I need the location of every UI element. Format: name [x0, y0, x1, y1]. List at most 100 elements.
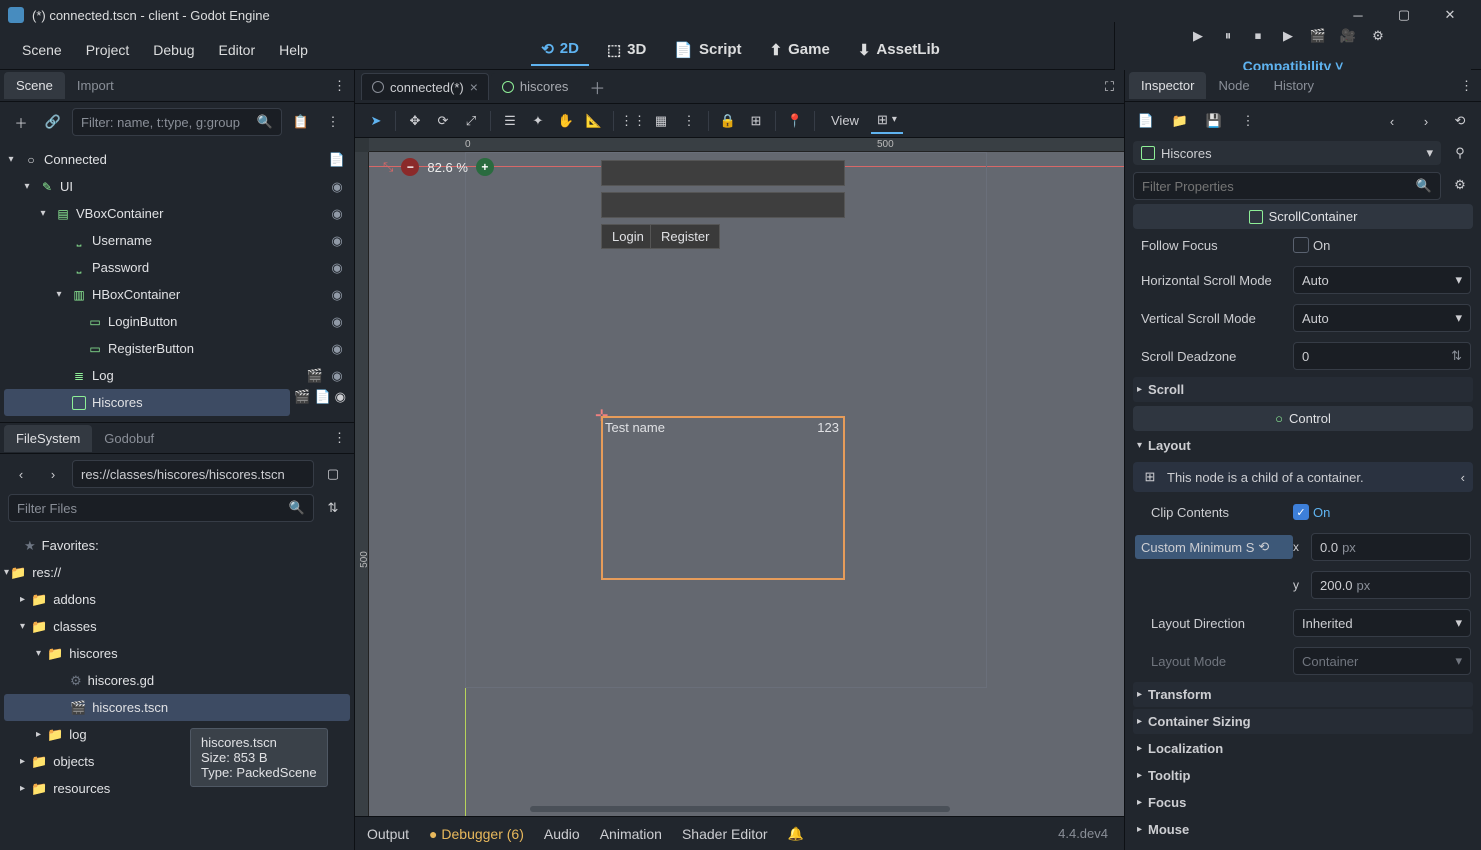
- stop-button[interactable]: ⏹: [1244, 22, 1272, 50]
- select-tool[interactable]: ➤: [363, 108, 389, 134]
- node-hbox[interactable]: ▾▥HBoxContainer◉: [4, 281, 350, 308]
- inspector-back[interactable]: ‹: [1379, 108, 1405, 134]
- horizontal-ruler[interactable]: 0 500: [369, 138, 1124, 152]
- section-container-sizing[interactable]: ▸Container Sizing: [1133, 709, 1473, 734]
- zoom-fit-icon[interactable]: ⤡: [383, 159, 393, 175]
- workspace-2d[interactable]: ⟲2D: [531, 34, 589, 66]
- scene-script-button[interactable]: 📋: [288, 109, 314, 135]
- node-register-button[interactable]: ▭RegisterButton◉: [4, 335, 350, 362]
- fs-favorites[interactable]: ★Favorites:: [4, 532, 350, 559]
- section-transform[interactable]: ▸Transform: [1133, 682, 1473, 707]
- menu-scene[interactable]: Scene: [10, 36, 74, 64]
- group-button[interactable]: ⊞: [743, 108, 769, 134]
- visibility-icon[interactable]: ◉: [335, 389, 346, 405]
- pivot-tool[interactable]: ✦: [525, 108, 551, 134]
- rotate-tool[interactable]: ⟳: [430, 108, 456, 134]
- chevron-left-icon[interactable]: ‹: [1461, 470, 1465, 485]
- node-hiscores[interactable]: Hiscores: [4, 389, 290, 416]
- fs-hiscores-folder[interactable]: ▾📁hiscores: [4, 640, 350, 667]
- inspector-extra-menu[interactable]: ⋮: [1235, 108, 1261, 134]
- visibility-icon[interactable]: ◉: [328, 205, 346, 223]
- visibility-icon[interactable]: ◉: [328, 232, 346, 250]
- snap-menu[interactable]: ⋮: [676, 108, 702, 134]
- cat-scrollcontainer[interactable]: ScrollContainer: [1133, 204, 1473, 229]
- dropdown-layout-dir[interactable]: Inherited▾: [1293, 609, 1471, 637]
- node-ui[interactable]: ▾✎UI◉: [4, 173, 350, 200]
- move-tool[interactable]: ✥: [402, 108, 428, 134]
- distraction-free-button[interactable]: ⛶: [1101, 75, 1118, 99]
- section-mouse[interactable]: ▸Mouse: [1133, 817, 1473, 842]
- fs-filter-input[interactable]: Filter Files 🔍: [8, 494, 314, 522]
- inspector-settings-button[interactable]: ⚙: [1447, 172, 1473, 198]
- node-connected[interactable]: ▾○Connected📄: [4, 146, 350, 173]
- close-tab-icon[interactable]: ×: [470, 79, 478, 95]
- workspace-assetlib[interactable]: ⬇AssetLib: [848, 34, 950, 66]
- inspector-dock-menu-icon[interactable]: ⋮: [1456, 74, 1477, 98]
- scene-tab-hiscores[interactable]: hiscores: [491, 73, 579, 100]
- scene-tab-connected[interactable]: connected(*)×: [361, 73, 489, 100]
- play-button[interactable]: ▶: [1184, 22, 1212, 50]
- custom-min-y[interactable]: 200.0px: [1311, 571, 1471, 599]
- lock-button[interactable]: 🔒: [715, 108, 741, 134]
- canvas-viewport[interactable]: 0 500 500 ⤡ − 82.6 % + Login Register: [355, 138, 1124, 816]
- dropdown-hscroll[interactable]: Auto▾: [1293, 266, 1471, 294]
- view-menu[interactable]: View: [821, 109, 869, 132]
- fs-sort-button[interactable]: ⇅: [320, 495, 346, 521]
- node-password[interactable]: ⎵Password◉: [4, 254, 350, 281]
- zoom-level[interactable]: 82.6 %: [427, 160, 467, 175]
- revert-icon[interactable]: ⟲: [1258, 539, 1269, 555]
- canvas-selected-hiscores[interactable]: Test name 123: [601, 416, 845, 580]
- fs-addons[interactable]: ▸📁addons: [4, 586, 350, 613]
- render-method-icon[interactable]: ⚙: [1364, 22, 1392, 50]
- inspector-history-menu[interactable]: ⟲: [1447, 108, 1473, 134]
- section-focus[interactable]: ▸Focus: [1133, 790, 1473, 815]
- fs-back-button[interactable]: ‹: [8, 461, 34, 487]
- list-select-tool[interactable]: ☰: [497, 108, 523, 134]
- tab-audio[interactable]: Audio: [544, 826, 580, 842]
- visibility-icon[interactable]: ◉: [328, 286, 346, 304]
- workspace-game[interactable]: ⬆Game: [760, 34, 840, 66]
- tab-godobuf[interactable]: Godobuf: [92, 425, 166, 452]
- menu-help[interactable]: Help: [267, 36, 320, 64]
- zoom-in-button[interactable]: +: [476, 158, 494, 176]
- visibility-icon[interactable]: ◉: [328, 367, 346, 385]
- fs-classes[interactable]: ▾📁classes: [4, 613, 350, 640]
- play-custom-button[interactable]: 🎬: [1304, 22, 1332, 50]
- add-scene-tab[interactable]: ＋: [581, 71, 613, 103]
- workspace-3d[interactable]: ⬚3D: [597, 34, 656, 66]
- inspector-save-resource[interactable]: 💾: [1201, 108, 1227, 134]
- scene-dock-menu-icon[interactable]: ⋮: [329, 74, 350, 98]
- snap-options[interactable]: ⋮⋮: [620, 108, 646, 134]
- section-input[interactable]: ▸Input: [1133, 844, 1473, 850]
- menu-project[interactable]: Project: [74, 36, 142, 64]
- version-label[interactable]: 4.4.dev4: [1058, 826, 1108, 841]
- play-scene-button[interactable]: ▶: [1274, 22, 1302, 50]
- grid-visibility[interactable]: ⊞▾: [871, 108, 903, 134]
- visibility-icon[interactable]: ◉: [328, 340, 346, 358]
- notification-icon[interactable]: 🔔: [788, 826, 804, 842]
- tab-node[interactable]: Node: [1206, 72, 1261, 99]
- zoom-out-button[interactable]: −: [401, 158, 419, 176]
- custom-min-x[interactable]: 0.0px: [1311, 533, 1471, 561]
- open-scene-icon[interactable]: 🎬: [306, 367, 324, 385]
- cat-control[interactable]: ○Control: [1133, 406, 1473, 431]
- tab-debugger[interactable]: ● Debugger (6): [429, 826, 524, 842]
- dropdown-layout-mode[interactable]: Container▾: [1293, 647, 1471, 675]
- section-layout[interactable]: ▾Layout: [1133, 433, 1473, 458]
- spinbox-deadzone[interactable]: 0⇅: [1293, 342, 1471, 370]
- script-icon[interactable]: 📄: [328, 151, 346, 169]
- fs-forward-button[interactable]: ›: [40, 461, 66, 487]
- visibility-icon[interactable]: ◉: [328, 178, 346, 196]
- layout-child-info[interactable]: ⊞This node is a child of a container.‹: [1133, 462, 1473, 492]
- fs-toggle-split-button[interactable]: ▢: [320, 461, 346, 487]
- ruler-tool[interactable]: 📐: [581, 108, 607, 134]
- scene-filter-input[interactable]: Filter: name, t:type, g:group 🔍: [72, 108, 282, 136]
- tab-history[interactable]: History: [1262, 72, 1326, 99]
- fs-res-root[interactable]: ▾📁res://: [4, 559, 350, 586]
- tab-filesystem[interactable]: FileSystem: [4, 425, 92, 452]
- tab-import[interactable]: Import: [65, 72, 126, 99]
- pause-button[interactable]: ⏸: [1214, 22, 1242, 50]
- node-username[interactable]: ⎵Username◉: [4, 227, 350, 254]
- script-icon[interactable]: 📄: [314, 389, 330, 405]
- visibility-icon[interactable]: ◉: [328, 259, 346, 277]
